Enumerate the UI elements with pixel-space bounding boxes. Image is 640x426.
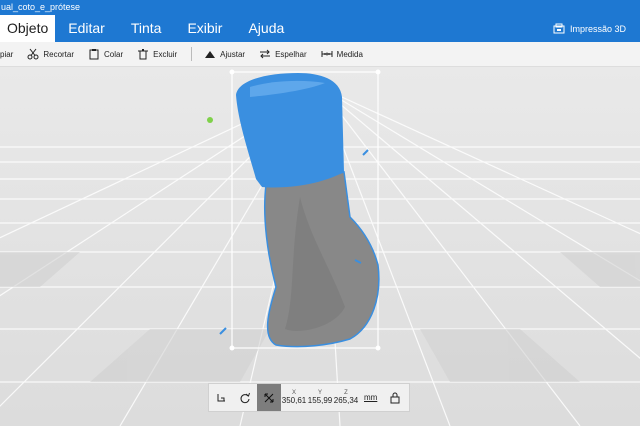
transform-bar: X 350,61 Y 155,99 Z 265,34 mm bbox=[208, 383, 410, 412]
fit-button[interactable]: Ajustar bbox=[204, 48, 245, 60]
move-button[interactable] bbox=[257, 384, 281, 411]
cut-button[interactable]: Recortar bbox=[27, 48, 74, 60]
menu-objeto[interactable]: Objeto bbox=[0, 15, 56, 42]
resize-handle-bottom-left bbox=[229, 345, 235, 351]
coord-z[interactable]: Z 265,34 bbox=[333, 390, 359, 405]
resize-handle-top-right bbox=[375, 69, 381, 75]
mirror-label: Espelhar bbox=[275, 49, 307, 59]
drop-to-floor-button[interactable] bbox=[209, 384, 233, 411]
rotate-handle-right-top-icon[interactable] bbox=[362, 149, 369, 156]
copy-button[interactable]: piar bbox=[0, 50, 13, 59]
resize-handle-bottom-right bbox=[375, 345, 381, 351]
drop-to-floor-icon bbox=[217, 393, 225, 401]
move-arrows-icon bbox=[264, 393, 274, 402]
window-title: ual_coto_e_prótese bbox=[1, 2, 81, 12]
scene-canvas bbox=[0, 69, 640, 426]
print-3d-label: Impressão 3D bbox=[569, 23, 626, 34]
printer-3d-icon bbox=[553, 23, 565, 34]
resize-handle-top-left bbox=[229, 69, 235, 75]
fit-icon bbox=[205, 51, 216, 58]
scissors-icon bbox=[27, 48, 39, 60]
coord-y[interactable]: Y 155,99 bbox=[307, 390, 333, 405]
rotate-button[interactable] bbox=[233, 384, 257, 411]
unit-selector[interactable]: mm bbox=[364, 393, 377, 402]
menu-bar: Objeto Editar Tinta Exibir Ajuda Impress… bbox=[0, 15, 640, 42]
copy-label: piar bbox=[0, 49, 14, 59]
fit-label: Ajustar bbox=[220, 49, 246, 59]
ruler-icon bbox=[321, 51, 333, 57]
menu-editar[interactable]: Editar bbox=[55, 15, 118, 42]
mirror-button[interactable]: Espelhar bbox=[259, 48, 307, 60]
menu-exibir[interactable]: Exibir bbox=[174, 15, 235, 42]
print-3d-button[interactable]: Impressão 3D bbox=[553, 15, 626, 42]
delete-label: Excluir bbox=[153, 49, 178, 59]
paste-label: Colar bbox=[104, 49, 124, 59]
coord-z-value: 265,34 bbox=[333, 396, 359, 405]
clipboard-icon bbox=[89, 49, 99, 60]
trash-icon bbox=[138, 49, 149, 60]
measure-label: Medida bbox=[336, 49, 363, 59]
mirror-arrows-icon bbox=[260, 49, 271, 59]
cut-label: Recortar bbox=[43, 49, 75, 59]
lock-button[interactable] bbox=[383, 384, 407, 411]
rotate-icon bbox=[240, 392, 250, 403]
toolbar-divider bbox=[191, 47, 193, 61]
rotate-handle-icon[interactable] bbox=[207, 117, 213, 123]
paste-button[interactable]: Colar bbox=[88, 48, 123, 60]
3d-viewport[interactable] bbox=[0, 67, 640, 426]
lock-icon bbox=[390, 392, 400, 403]
coord-x[interactable]: X 350,61 bbox=[281, 390, 307, 405]
coord-x-value: 350,61 bbox=[281, 396, 307, 405]
measure-button[interactable]: Medida bbox=[321, 48, 363, 60]
title-bar: ual_coto_e_prótese bbox=[0, 0, 640, 15]
delete-button[interactable]: Excluir bbox=[137, 48, 177, 60]
menu-tinta[interactable]: Tinta bbox=[118, 15, 175, 42]
coord-y-value: 155,99 bbox=[307, 396, 333, 405]
menu-ajuda[interactable]: Ajuda bbox=[235, 15, 297, 42]
toolbar: piar Recortar Colar Excluir Ajustar Espe… bbox=[0, 42, 640, 67]
